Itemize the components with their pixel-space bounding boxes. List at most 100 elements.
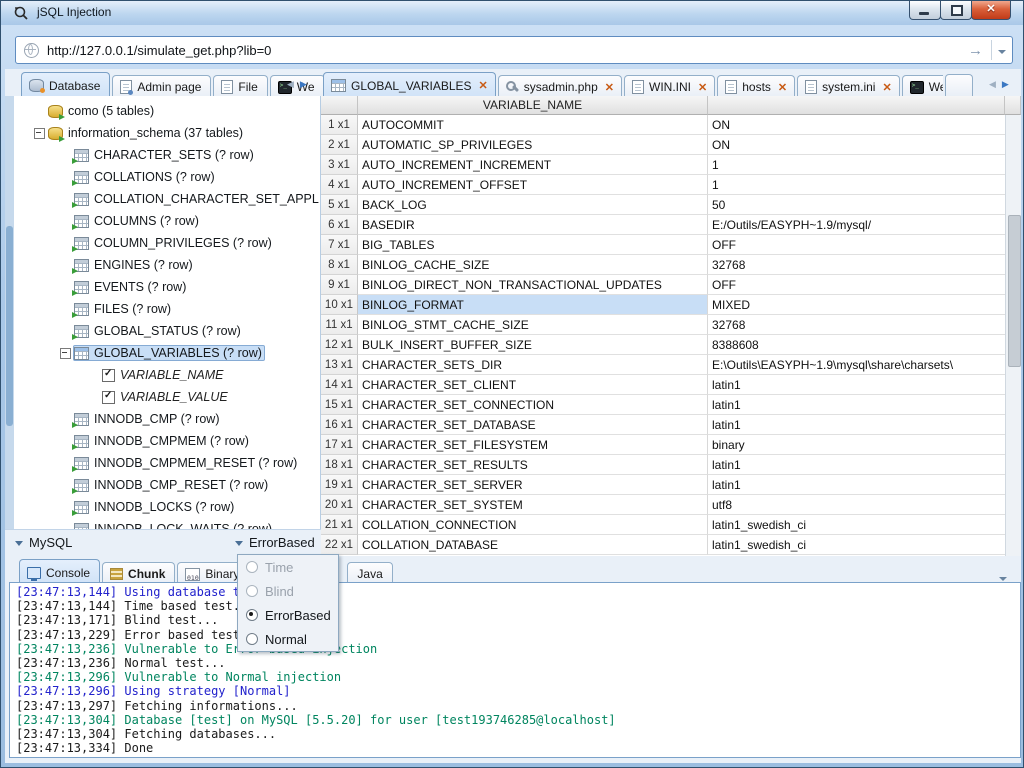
variable-name-cell[interactable]: BINLOG_DIRECT_NON_TRANSACTIONAL_UPDATES <box>358 275 708 295</box>
row-number-cell[interactable]: 8 x1 <box>321 255 358 275</box>
checkbox-checked-icon[interactable] <box>102 391 115 404</box>
variable-value-cell[interactable]: 8388608 <box>708 335 1005 355</box>
tree-item-innodb-cmpmem-row[interactable]: INNODB_CMPMEM (? row) <box>15 430 320 452</box>
row-number-cell[interactable]: 22 x1 <box>321 535 358 555</box>
close-tab-icon[interactable]: ✕ <box>778 81 787 94</box>
row-number-cell[interactable]: 4 x1 <box>321 175 358 195</box>
variable-name-cell[interactable]: BINLOG_STMT_CACHE_SIZE <box>358 315 708 335</box>
close-tab-icon[interactable]: ✕ <box>698 81 707 94</box>
column-header-variable-value[interactable] <box>708 96 1005 115</box>
variable-name-cell[interactable]: CHARACTER_SETS_DIR <box>358 355 708 375</box>
variable-name-cell[interactable]: CHARACTER_SET_FILESYSTEM <box>358 435 708 455</box>
row-number-cell[interactable]: 3 x1 <box>321 155 358 175</box>
variable-name-cell[interactable]: BINLOG_CACHE_SIZE <box>358 255 708 275</box>
row-number-cell[interactable]: 21 x1 <box>321 515 358 535</box>
row-number-cell[interactable]: 14 x1 <box>321 375 358 395</box>
tree-item-character-sets-row[interactable]: CHARACTER_SETS (? row) <box>15 144 320 166</box>
tab-admin-page[interactable]: Admin page <box>112 75 211 98</box>
tree-scrollbar-thumb[interactable] <box>6 226 13 426</box>
checkbox-checked-icon[interactable] <box>102 369 115 382</box>
row-number-cell[interactable]: 19 x1 <box>321 475 358 495</box>
tree-item-innodb-locks-row[interactable]: INNODB_LOCKS (? row) <box>15 496 320 518</box>
row-number-cell[interactable]: 13 x1 <box>321 355 358 375</box>
variable-value-cell[interactable]: latin1_swedish_ci <box>708 535 1005 555</box>
variable-value-cell[interactable]: E:\Outils\EASYPH~1.9\mysql\share\charset… <box>708 355 1005 375</box>
column-header-variable-name[interactable]: VARIABLE_NAME <box>358 96 708 115</box>
row-number-cell[interactable]: 16 x1 <box>321 415 358 435</box>
variable-value-cell[interactable]: 32768 <box>708 315 1005 335</box>
tab-database[interactable]: Database <box>21 72 110 98</box>
close-tab-icon[interactable]: ✕ <box>605 81 614 94</box>
variable-value-cell[interactable]: latin1 <box>708 415 1005 435</box>
variable-value-cell[interactable]: 50 <box>708 195 1005 215</box>
variable-name-cell[interactable]: COLLATION_CONNECTION <box>358 515 708 535</box>
tab-hosts[interactable]: hosts✕ <box>717 75 795 98</box>
tab-win-ini[interactable]: WIN.INI✕ <box>624 75 715 98</box>
row-number-cell[interactable]: 18 x1 <box>321 455 358 475</box>
variable-value-cell[interactable]: binary <box>708 435 1005 455</box>
variable-value-cell[interactable]: latin1_swedish_ci <box>708 515 1005 535</box>
strategy-option-normal[interactable]: Normal <box>238 627 338 651</box>
variable-name-cell[interactable]: BASEDIR <box>358 215 708 235</box>
variable-name-cell[interactable]: CHARACTER_SET_SYSTEM <box>358 495 708 515</box>
row-number-cell[interactable]: 9 x1 <box>321 275 358 295</box>
variable-name-cell[interactable]: CHARACTER_SET_SERVER <box>358 475 708 495</box>
row-number-cell[interactable]: 2 x1 <box>321 135 358 155</box>
collapse-icon[interactable] <box>34 128 45 139</box>
table-scrollbar-thumb[interactable] <box>1008 215 1021 367</box>
row-number-cell[interactable]: 11 x1 <box>321 315 358 335</box>
variable-value-cell[interactable]: latin1 <box>708 455 1005 475</box>
variable-value-cell[interactable]: latin1 <box>708 395 1005 415</box>
row-number-cell[interactable]: 1 x1 <box>321 115 358 135</box>
variable-value-cell[interactable]: 1 <box>708 175 1005 195</box>
tree-item-collation-character-set-applicability[interactable]: COLLATION_CHARACTER_SET_APPLICABILITY <box>15 188 320 210</box>
close-button[interactable]: ✕ <box>971 1 1011 20</box>
collapse-icon[interactable] <box>60 348 71 359</box>
variable-name-cell[interactable]: BIG_TABLES <box>358 235 708 255</box>
variable-name-cell[interactable]: AUTOCOMMIT <box>358 115 708 135</box>
variable-value-cell[interactable]: MIXED <box>708 295 1005 315</box>
tab-system-ini[interactable]: system.ini✕ <box>797 75 900 98</box>
tree-item-variable-value[interactable]: VARIABLE_VALUE <box>15 386 320 408</box>
close-tab-icon[interactable]: ✕ <box>882 81 891 94</box>
restore-button[interactable] <box>940 1 972 20</box>
variable-value-cell[interactable]: ON <box>708 135 1005 155</box>
variable-value-cell[interactable]: utf8 <box>708 495 1005 515</box>
tree-item-variable-name[interactable]: VARIABLE_NAME <box>15 364 320 386</box>
variable-name-cell[interactable]: AUTOMATIC_SP_PRIVILEGES <box>358 135 708 155</box>
scroll-left-icon[interactable]: ◀ <box>287 79 294 89</box>
variable-value-cell[interactable]: ON <box>708 115 1005 135</box>
variable-name-cell[interactable]: CHARACTER_SET_DATABASE <box>358 415 708 435</box>
row-number-cell[interactable]: 7 x1 <box>321 235 358 255</box>
tree-item-como-5-tables[interactable]: como (5 tables) <box>15 100 320 122</box>
row-number-cell[interactable]: 12 x1 <box>321 335 358 355</box>
variable-name-cell[interactable]: BINLOG_FORMAT <box>358 295 708 315</box>
url-input[interactable] <box>45 42 960 59</box>
tab-file[interactable]: File <box>213 75 267 98</box>
partial-tab[interactable] <box>945 74 973 97</box>
row-number-cell[interactable]: 6 x1 <box>321 215 358 235</box>
variable-value-cell[interactable]: OFF <box>708 235 1005 255</box>
tree-item-files-row[interactable]: FILES (? row) <box>15 298 320 320</box>
tree-item-columns-row[interactable]: COLUMNS (? row) <box>15 210 320 232</box>
row-number-cell[interactable]: 20 x1 <box>321 495 358 515</box>
vendor-select[interactable]: MySQL <box>15 535 72 550</box>
column-header-rownum[interactable] <box>321 96 358 115</box>
close-tab-icon[interactable]: ✕ <box>479 79 488 92</box>
variable-value-cell[interactable]: E:/Outils/EASYPH~1.9/mysql/ <box>708 215 1005 235</box>
tab-global-variables[interactable]: GLOBAL_VARIABLES✕ <box>323 72 496 98</box>
variable-name-cell[interactable]: COLLATION_DATABASE <box>358 535 708 555</box>
variable-name-cell[interactable]: BACK_LOG <box>358 195 708 215</box>
row-number-cell[interactable]: 5 x1 <box>321 195 358 215</box>
variable-value-cell[interactable]: OFF <box>708 275 1005 295</box>
tree-item-collations-row[interactable]: COLLATIONS (? row) <box>15 166 320 188</box>
variable-name-cell[interactable]: CHARACTER_SET_RESULTS <box>358 455 708 475</box>
tab-sysadmin-php[interactable]: sysadmin.php✕ <box>498 75 622 98</box>
variable-value-cell[interactable]: 32768 <box>708 255 1005 275</box>
tree-item-global-status-row[interactable]: GLOBAL_STATUS (? row) <box>15 320 320 342</box>
row-number-cell[interactable]: 10 x1 <box>321 295 358 315</box>
variable-name-cell[interactable]: AUTO_INCREMENT_OFFSET <box>358 175 708 195</box>
tree-item-information-schema-37-tables[interactable]: information_schema (37 tables) <box>15 122 320 144</box>
scroll-left-icon[interactable]: ◀ <box>989 79 996 89</box>
minimize-button[interactable] <box>909 1 941 20</box>
